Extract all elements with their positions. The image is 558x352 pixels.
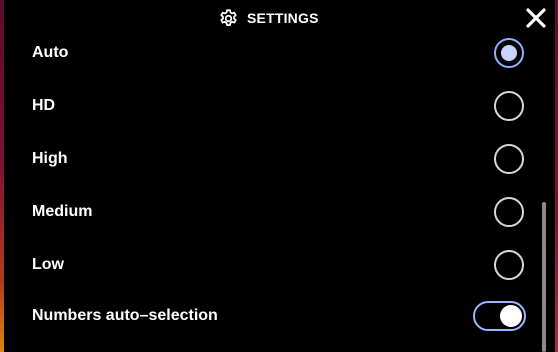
- scrollbar-thumb[interactable]: [542, 202, 546, 352]
- quality-option-auto[interactable]: Auto: [4, 31, 555, 75]
- numbers-auto-selection-toggle[interactable]: [473, 301, 526, 331]
- quality-option-high[interactable]: High: [4, 137, 555, 181]
- close-icon[interactable]: [524, 6, 548, 30]
- settings-panel: SETTINGS Auto HD High Medium Low Numbers…: [4, 0, 555, 352]
- toggle-knob: [500, 305, 522, 327]
- option-label: Low: [32, 256, 64, 273]
- radio-low[interactable]: [494, 250, 524, 280]
- option-label: High: [32, 150, 68, 167]
- toggle-label: Numbers auto–selection: [32, 307, 218, 324]
- quality-option-low[interactable]: Low: [4, 243, 555, 287]
- radio-high[interactable]: [494, 144, 524, 174]
- page-title: SETTINGS: [247, 10, 319, 26]
- radio-medium[interactable]: [494, 197, 524, 227]
- radio-selected-dot: [501, 45, 517, 61]
- settings-title-group: SETTINGS: [218, 7, 319, 29]
- option-label: HD: [32, 97, 56, 114]
- gear-icon: [220, 8, 237, 26]
- option-label: Medium: [32, 203, 93, 220]
- numbers-auto-selection-row[interactable]: Numbers auto–selection: [4, 294, 555, 338]
- radio-auto[interactable]: [494, 38, 524, 68]
- quality-option-hd[interactable]: HD: [4, 84, 555, 128]
- quality-option-medium[interactable]: Medium: [4, 190, 555, 234]
- option-label: Auto: [32, 44, 69, 61]
- settings-screen: SETTINGS Auto HD High Medium Low Numbers…: [0, 0, 558, 352]
- radio-hd[interactable]: [494, 91, 524, 121]
